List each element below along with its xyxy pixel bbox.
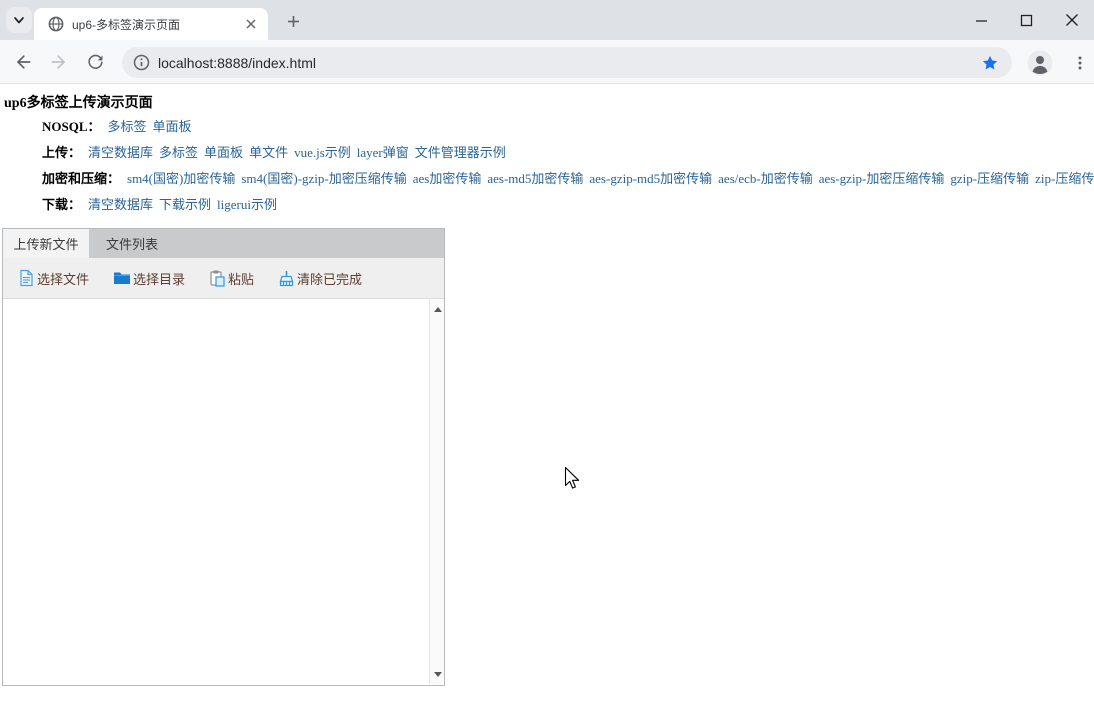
demo-link[interactable]: 多标签 xyxy=(108,119,147,134)
chevron-down-icon xyxy=(12,13,26,27)
plus-icon xyxy=(287,15,300,28)
demo-link[interactable]: 单文件 xyxy=(249,145,288,160)
demo-link[interactable]: sm4(国密)加密传输 xyxy=(127,171,235,186)
scroll-up-button[interactable] xyxy=(430,301,445,317)
address-bar[interactable]: localhost:8888/index.html xyxy=(122,47,1012,78)
demo-link[interactable]: vue.js示例 xyxy=(294,145,351,160)
demo-link[interactable]: gzip-压缩传输 xyxy=(950,171,1029,186)
demo-link[interactable]: sm4(国密)-gzip-加密压缩传输 xyxy=(241,171,406,186)
paste-icon xyxy=(209,269,226,287)
row-label: NOSQL： xyxy=(42,119,101,134)
demo-link-row: 加密和压缩： sm4(国密)加密传输 sm4(国密)-gzip-加密压缩传输 aes加… xyxy=(42,166,1094,192)
close-window-button[interactable] xyxy=(1049,0,1094,40)
demo-link-row: 上传： 清空数据库多标签单面板单文件 vue.js示例 layer弹窗文件管理器示例 xyxy=(42,140,1094,166)
panel-toolbar: 选择文件 选择目录 粘贴 xyxy=(3,258,444,299)
triangle-up-icon xyxy=(434,307,442,312)
demo-link-row: NOSQL： 多标签单面板 xyxy=(42,114,1094,140)
globe-favicon-icon xyxy=(48,16,64,32)
demo-link-rows: NOSQL：多标签单面板上传：清空数据库多标签单面板单文件vue.js示例lay… xyxy=(42,114,1094,218)
browser-menu-button[interactable] xyxy=(1066,49,1093,76)
avatar-icon xyxy=(1027,50,1053,76)
vertical-scrollbar[interactable] xyxy=(429,299,444,684)
info-icon xyxy=(133,54,150,71)
select-file-button[interactable]: 选择文件 xyxy=(18,269,89,288)
tab-file-list[interactable]: 文件列表 xyxy=(89,229,175,258)
new-tab-button[interactable] xyxy=(281,9,305,33)
paste-button[interactable]: 粘贴 xyxy=(209,269,254,288)
reload-icon xyxy=(86,52,105,71)
clear-completed-label: 清除已完成 xyxy=(297,269,362,288)
maximize-button[interactable] xyxy=(1004,0,1049,40)
paste-label: 粘贴 xyxy=(228,269,254,288)
upload-panel: 上传新文件 文件列表 选择文件 xyxy=(2,228,445,686)
row-label: 下载： xyxy=(42,197,81,212)
demo-link[interactable]: ligerui示例 xyxy=(217,197,277,212)
demo-link[interactable]: 清空数据库 xyxy=(88,197,153,212)
demo-link[interactable]: 下载示例 xyxy=(159,197,211,212)
forward-button[interactable] xyxy=(44,47,74,77)
demo-link[interactable]: 单面板 xyxy=(204,145,243,160)
file-icon xyxy=(18,269,35,287)
row-label: 加密和压缩： xyxy=(42,171,120,186)
bookmark-star-button[interactable] xyxy=(978,51,1002,75)
demo-link[interactable]: aes/ecb-加密传输 xyxy=(718,171,813,186)
browser-window: up6-多标签演示页面 xyxy=(0,0,1094,720)
tab-title: up6-多标签演示页面 xyxy=(72,16,242,33)
select-directory-button[interactable]: 选择目录 xyxy=(113,269,185,288)
web-page: up6多标签上传演示页面 NOSQL：多标签单面板上传：清空数据库多标签单面板单… xyxy=(0,85,1094,720)
clear-completed-button[interactable]: 清除已完成 xyxy=(278,269,362,288)
window-controls xyxy=(959,0,1094,40)
demo-link-row: 下载： 清空数据库下载示例 ligerui示例 xyxy=(42,192,1094,218)
back-arrow-icon xyxy=(13,52,33,72)
close-icon xyxy=(1065,13,1079,27)
tab-close-icon[interactable] xyxy=(242,15,260,33)
panel-tab-bar: 上传新文件 文件列表 xyxy=(3,229,444,258)
star-icon xyxy=(981,54,999,72)
url-text[interactable]: localhost:8888/index.html xyxy=(158,55,978,71)
demo-link[interactable]: layer弹窗 xyxy=(357,145,409,160)
minimize-button[interactable] xyxy=(959,0,1004,40)
demo-link[interactable]: aes加密传输 xyxy=(413,171,482,186)
tab-strip: up6-多标签演示页面 xyxy=(0,0,1094,40)
demo-link[interactable]: 单面板 xyxy=(153,119,192,134)
triangle-down-icon xyxy=(434,672,442,677)
demo-link[interactable]: 清空数据库 xyxy=(88,145,153,160)
three-dot-menu-icon xyxy=(1072,55,1088,71)
forward-arrow-icon xyxy=(49,52,69,72)
select-directory-label: 选择目录 xyxy=(133,269,185,288)
row-label: 上传： xyxy=(42,145,81,160)
demo-link[interactable]: aes-gzip-加密压缩传输 xyxy=(819,171,945,186)
tab-search-button[interactable] xyxy=(6,7,32,33)
demo-link[interactable]: aes-md5加密传输 xyxy=(487,171,583,186)
browser-tab[interactable]: up6-多标签演示页面 xyxy=(34,8,268,40)
back-button[interactable] xyxy=(8,47,38,77)
demo-link[interactable]: 多标签 xyxy=(159,145,198,160)
browser-toolbar: localhost:8888/index.html xyxy=(0,40,1094,84)
demo-link[interactable]: 文件管理器示例 xyxy=(415,145,506,160)
folder-icon xyxy=(113,270,131,286)
upload-list-area xyxy=(3,299,444,684)
clear-completed-icon xyxy=(278,270,295,287)
page-title: up6多标签上传演示页面 xyxy=(4,92,153,112)
site-info-button[interactable] xyxy=(130,52,152,74)
demo-link[interactable]: aes-gzip-md5加密传输 xyxy=(589,171,712,186)
reload-button[interactable] xyxy=(80,47,110,77)
minimize-icon xyxy=(975,14,988,27)
profile-avatar-button[interactable] xyxy=(1026,49,1053,76)
scroll-down-button[interactable] xyxy=(430,666,445,682)
demo-link[interactable]: zip-压缩传输 xyxy=(1035,171,1094,186)
maximize-icon xyxy=(1020,14,1033,27)
tab-upload-new-file[interactable]: 上传新文件 xyxy=(3,229,89,258)
select-file-label: 选择文件 xyxy=(37,269,89,288)
